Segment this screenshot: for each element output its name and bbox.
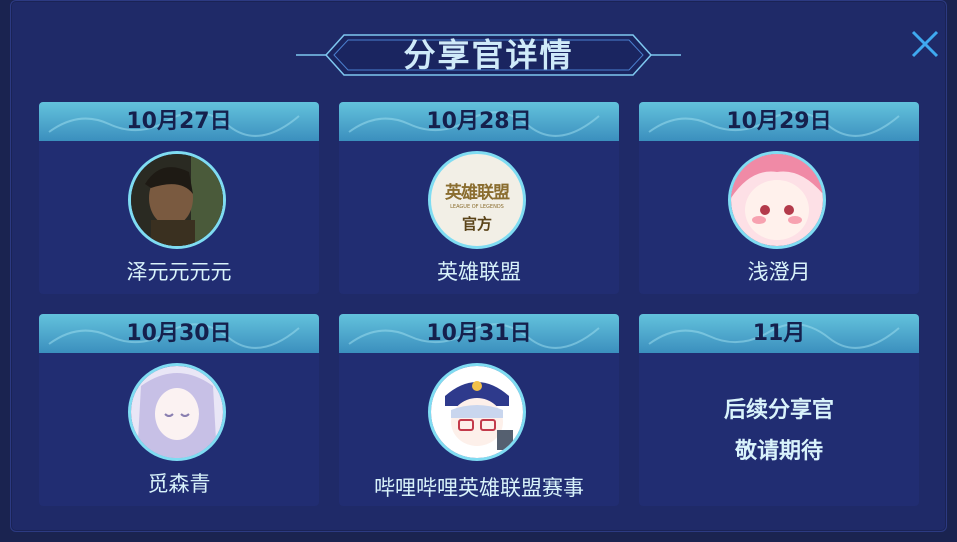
share-card-5[interactable]: 10月31日 哔哩哔哩英雄联盟赛事 bbox=[339, 314, 619, 506]
sharer-name: 英雄联盟 bbox=[437, 260, 521, 284]
modal-title-banner: 分享官详情 bbox=[296, 31, 681, 79]
man-photo-avatar bbox=[131, 154, 223, 246]
share-card-3[interactable]: 10月29日 浅澄月 bbox=[639, 102, 919, 294]
share-card-upcoming: 11月 后续分享官 敬请期待 bbox=[639, 314, 919, 506]
card-date: 10月30日 bbox=[126, 321, 232, 346]
card-date: 10月27日 bbox=[126, 109, 232, 134]
card-header: 10月31日 bbox=[339, 314, 619, 353]
card-header: 10月28日 bbox=[339, 102, 619, 141]
avatar[interactable] bbox=[128, 151, 226, 249]
share-officer-modal: 分享官详情 10月27日 泽元元元元 10月28日 英雄联盟 LEAGUE OF… bbox=[10, 0, 947, 532]
card-date: 11月 bbox=[752, 321, 806, 346]
sharer-name: 浅澄月 bbox=[747, 260, 811, 284]
close-icon bbox=[911, 30, 939, 58]
sharer-name: 哔哩哔哩英雄联盟赛事 bbox=[374, 476, 584, 500]
share-card-2[interactable]: 10月28日 英雄联盟 LEAGUE OF LEGENDS 官方 英雄联盟 bbox=[339, 102, 619, 294]
anime-chibi-avatar bbox=[431, 366, 523, 458]
card-header: 11月 bbox=[639, 314, 919, 353]
card-header: 10月30日 bbox=[39, 314, 319, 353]
sharer-name: 觅森青 bbox=[147, 472, 211, 496]
avatar[interactable] bbox=[128, 363, 226, 461]
logo-badge: 官方 bbox=[461, 215, 492, 233]
avatar[interactable]: 英雄联盟 LEAGUE OF LEGENDS 官方 bbox=[428, 151, 526, 249]
modal-title: 分享官详情 bbox=[403, 36, 574, 74]
upcoming-line-2: 敬请期待 bbox=[734, 439, 823, 464]
upcoming-line-1: 后续分享官 bbox=[723, 398, 834, 423]
card-header: 10月29日 bbox=[639, 102, 919, 141]
card-header: 10月27日 bbox=[39, 102, 319, 141]
close-button[interactable] bbox=[908, 27, 942, 61]
avatar[interactable] bbox=[728, 151, 826, 249]
share-card-4[interactable]: 10月30日 觅森青 bbox=[39, 314, 319, 506]
share-card-1[interactable]: 10月27日 泽元元元元 bbox=[39, 102, 319, 294]
card-date: 10月29日 bbox=[726, 109, 832, 134]
anime-pink-hair-avatar bbox=[731, 154, 823, 246]
anime-silver-hair-avatar bbox=[131, 366, 223, 458]
card-date: 10月31日 bbox=[426, 321, 532, 346]
league-of-legends-logo-avatar: 英雄联盟 LEAGUE OF LEGENDS 官方 bbox=[431, 154, 523, 246]
upcoming-notice: 后续分享官 敬请期待 bbox=[639, 390, 919, 472]
avatar[interactable] bbox=[428, 363, 526, 461]
logo-text: 英雄联盟 bbox=[445, 183, 510, 203]
logo-subtext: LEAGUE OF LEGENDS bbox=[450, 204, 504, 210]
card-date: 10月28日 bbox=[426, 109, 532, 134]
sharer-name: 泽元元元元 bbox=[126, 260, 232, 284]
